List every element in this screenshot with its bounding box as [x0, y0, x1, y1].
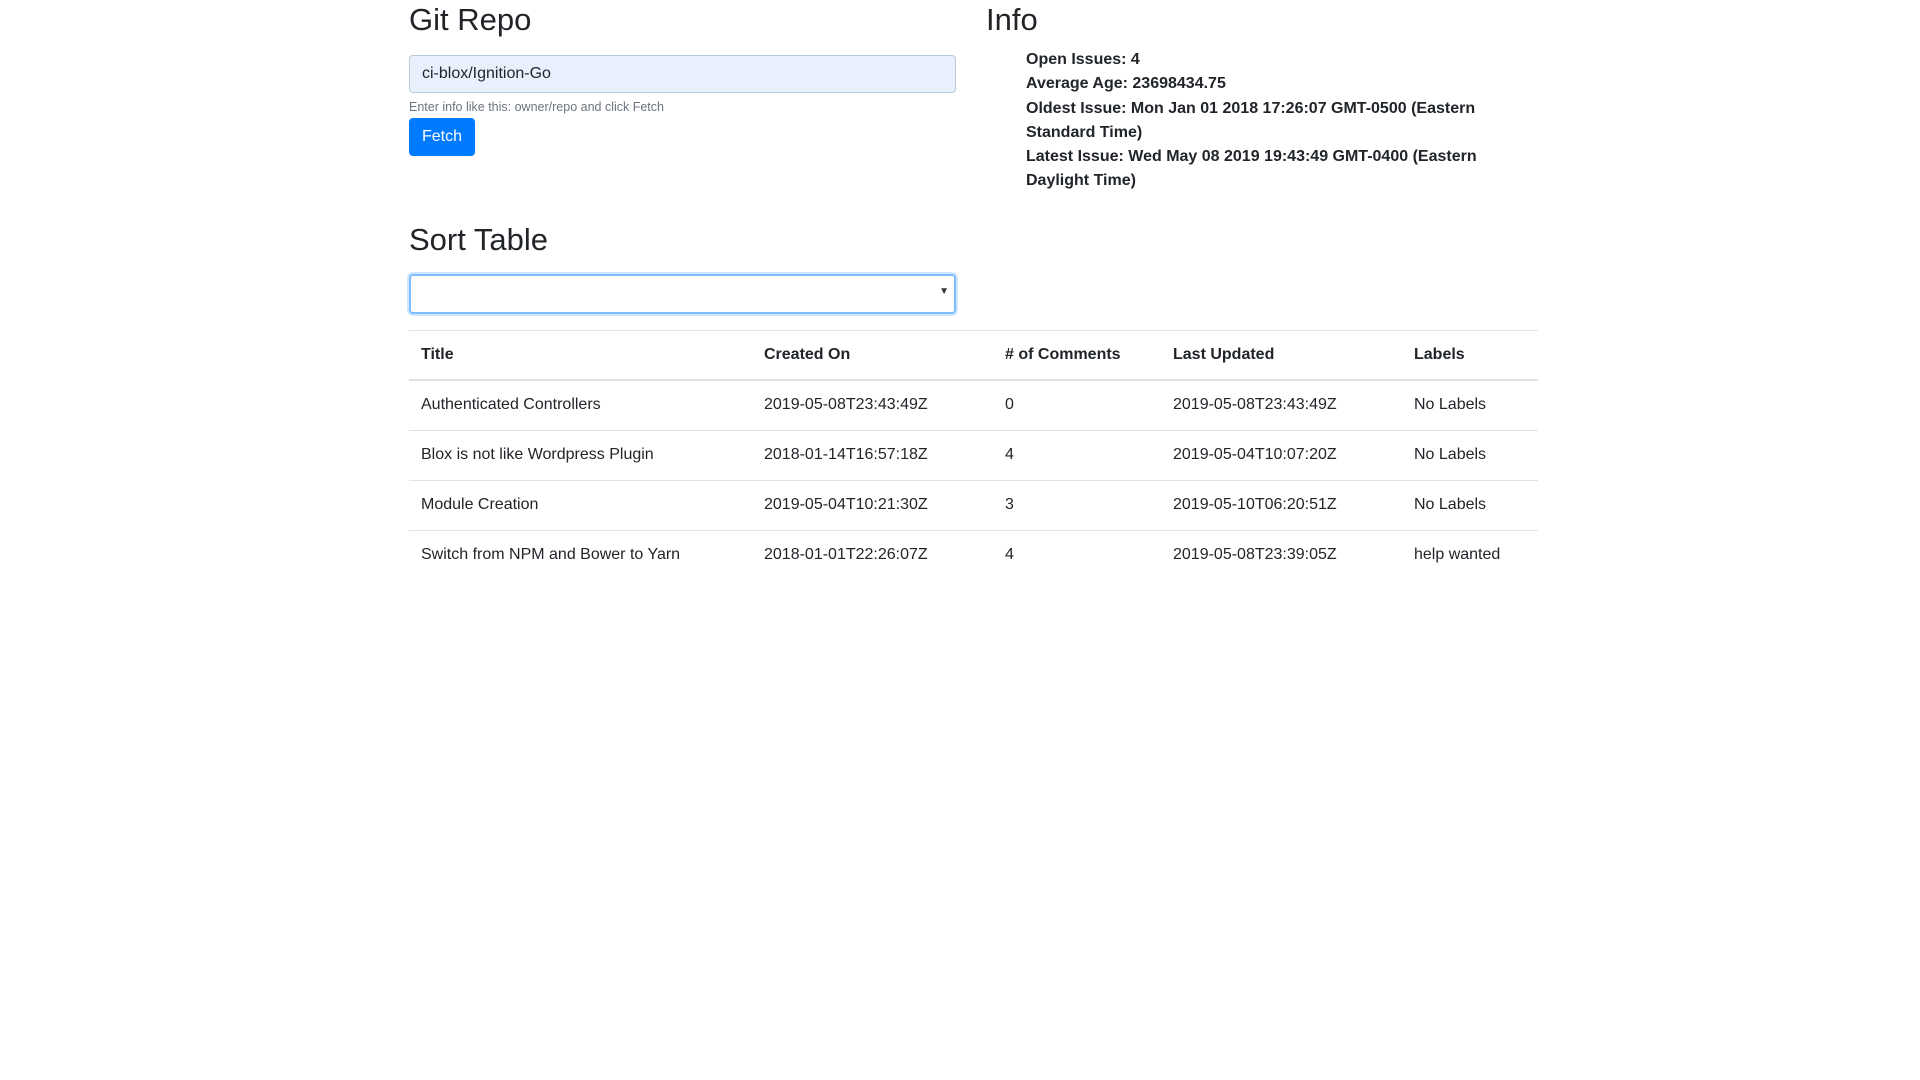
cell-last-updated: 2019-05-08T23:43:49Z — [1173, 396, 1337, 414]
cell-last-updated: 2019-05-08T23:39:05Z — [1161, 529, 1402, 580]
sort-select[interactable]: ▼ — [409, 273, 956, 314]
info-open-issues: Open Issues: 4 — [1026, 51, 1140, 68]
info-heading: Info — [986, 2, 1038, 37]
column-header-labels: Labels — [1402, 329, 1538, 381]
info-latest-issue: Latest Issue: Wed May 08 2019 19:43:49 G… — [1026, 148, 1477, 190]
cell-comments: 0 — [1005, 396, 1014, 414]
info-average-age: Average Age: 23698434.75 — [1026, 75, 1226, 93]
cell-last-updated: 2019-05-04T10:07:20Z — [1161, 429, 1402, 481]
cell-created-on: 2019-05-08T23:43:49Z — [764, 396, 928, 414]
repo-heading: Git Repo — [409, 2, 532, 37]
cell-title: Blox is not like Wordpress Plugin — [409, 429, 752, 481]
column-header-comments: # of Comments — [993, 329, 1161, 381]
column-header-title: Title — [409, 329, 752, 381]
cell-comments: 4 — [993, 429, 1161, 481]
repo-help-text: Enter info like this: owner/repo and cli… — [409, 100, 664, 114]
page-container: Git Repo Enter info like this: owner/rep… — [409, 0, 1539, 580]
chevron-down-icon: ▼ — [939, 285, 949, 297]
top-row: Git Repo Enter info like this: owner/rep… — [409, 0, 1539, 194]
cell-comments: 4 — [993, 529, 1161, 580]
table-row: Authenticated Controllers 2019-05-08T23:… — [409, 380, 1538, 431]
sort-section: Sort Table ▼ — [409, 220, 1539, 314]
sort-select-box[interactable] — [409, 273, 956, 314]
sort-heading: Sort Table — [409, 221, 549, 257]
table-row: Blox is not like Wordpress Plugin 2018-0… — [409, 429, 1538, 481]
column-header-created-on: Created On — [752, 329, 993, 381]
fetch-button[interactable]: Fetch — [409, 118, 476, 156]
info-oldest-issue: Oldest Issue: Mon Jan 01 2018 17:26:07 G… — [1026, 99, 1476, 141]
cell-title: Authenticated Controllers — [421, 396, 601, 414]
cell-created-on: 2018-01-01T22:26:07Z — [752, 529, 993, 580]
table-header-row: Title Created On # of Comments Last Upda… — [409, 329, 1538, 381]
table-row: Module Creation 2019-05-04T10:21:30Z 3 2… — [409, 479, 1538, 531]
table-row: Switch from NPM and Bower to Yarn 2018-0… — [409, 529, 1538, 580]
cell-labels: No Labels — [1414, 396, 1487, 414]
column-header-last-updated: Last Updated — [1161, 329, 1402, 381]
cell-created-on: 2018-01-14T16:57:18Z — [752, 429, 993, 481]
cell-labels: help wanted — [1402, 529, 1538, 580]
cell-title: Switch from NPM and Bower to Yarn — [409, 529, 752, 580]
repo-input[interactable] — [409, 55, 956, 93]
cell-last-updated: 2019-05-10T06:20:51Z — [1161, 479, 1402, 531]
repo-section: Git Repo Enter info like this: owner/rep… — [409, 0, 956, 194]
cell-created-on: 2019-05-04T10:21:30Z — [752, 479, 993, 531]
cell-labels: No Labels — [1402, 479, 1538, 531]
issues-table: Title Created On # of Comments Last Upda… — [409, 329, 1538, 580]
cell-title: Module Creation — [409, 479, 752, 531]
cell-labels: No Labels — [1402, 429, 1538, 481]
info-list: Open Issues: 4 Average Age: 23698434.75 … — [986, 48, 1536, 194]
cell-comments: 3 — [993, 479, 1161, 531]
info-section: Info Open Issues: 4 Average Age: 2369843… — [986, 0, 1536, 194]
